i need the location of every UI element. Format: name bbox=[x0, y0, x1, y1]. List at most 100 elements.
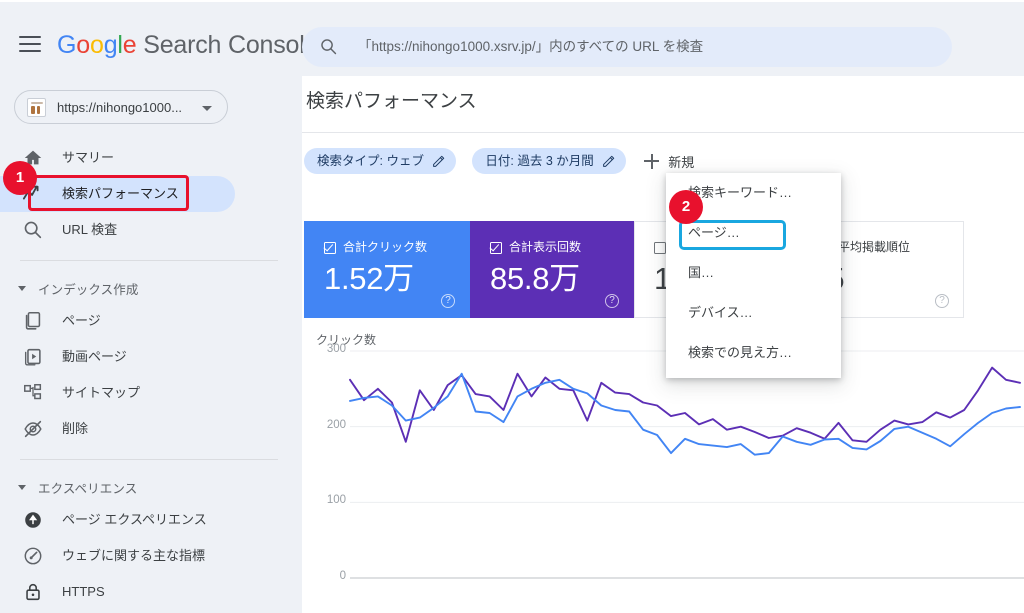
filter-chip-date[interactable]: 日付: 過去 3 か月間 bbox=[472, 148, 626, 174]
sidebar-item-core-web-vitals[interactable]: ウェブに関する主な指標 bbox=[0, 538, 302, 574]
help-icon[interactable]: ? bbox=[935, 294, 949, 308]
sidebar-divider-1 bbox=[20, 260, 278, 261]
home-icon bbox=[24, 150, 42, 165]
sidebar-item-label: ページ エクスペリエンス bbox=[62, 512, 207, 527]
metric-card-checkbox[interactable] bbox=[654, 242, 666, 254]
metric-card-label: 合計クリック数 bbox=[343, 240, 428, 254]
top-hairline bbox=[0, 0, 1024, 2]
metric-card-value: 85.8万 bbox=[490, 261, 580, 296]
brand-title: Google Search Console bbox=[57, 31, 319, 59]
metric-card-total-clicks[interactable]: 合計クリック数 1.52万 ? bbox=[304, 221, 470, 318]
sidebar-section-label: インデックス作成 bbox=[38, 282, 139, 297]
dropdown-item-pages[interactable]: ページ… bbox=[666, 213, 841, 253]
dropdown-item-label: 検索での見え方… bbox=[688, 345, 793, 360]
sidebar-item-pages[interactable]: ページ bbox=[0, 303, 302, 339]
title-divider bbox=[302, 132, 1024, 133]
metric-card-label: 平均掲載順位 bbox=[838, 240, 911, 254]
dropdown-item-search-keyword[interactable]: 検索キーワード… bbox=[666, 173, 841, 213]
dropdown-item-label: 検索キーワード… bbox=[688, 185, 793, 200]
plus-icon bbox=[644, 153, 660, 169]
dropdown-item-search-appearance[interactable]: 検索での見え方… bbox=[666, 333, 841, 373]
chevron-down-icon bbox=[202, 106, 212, 111]
dropdown-item-label: デバイス… bbox=[688, 305, 753, 320]
performance-chart: クリック数 300 200 100 0 bbox=[302, 331, 1024, 613]
chart-y-tick-label: 100 bbox=[326, 494, 346, 507]
sidebar-section-indexing[interactable]: インデックス作成 bbox=[0, 273, 302, 303]
pencil-icon[interactable] bbox=[432, 155, 445, 168]
sidebar: https://nihongo1000... サマリー 検索パフォーマンス UR… bbox=[0, 76, 302, 613]
sidebar-item-label: HTTPS bbox=[62, 584, 105, 599]
lock-icon bbox=[26, 583, 40, 601]
brand-letter-g: G bbox=[57, 31, 77, 59]
dropdown-item-label: 国… bbox=[688, 265, 715, 280]
sidebar-item-label: サマリー bbox=[62, 150, 115, 165]
sidebar-divider-2 bbox=[20, 459, 278, 460]
brand-suffix: Search Console bbox=[136, 31, 319, 59]
dropdown-item-label: ページ… bbox=[688, 225, 740, 240]
sidebar-item-https[interactable]: HTTPS bbox=[0, 574, 302, 610]
site-property-icon bbox=[27, 98, 46, 117]
sidebar-item-page-experience[interactable]: ページ エクスペリエンス bbox=[0, 502, 302, 538]
brand-letter-e: e bbox=[122, 31, 137, 59]
sidebar-item-search-performance[interactable]: 検索パフォーマンス bbox=[0, 176, 302, 212]
sidebar-item-label: ページ bbox=[62, 313, 101, 328]
metric-card-total-impressions[interactable]: 合計表示回数 85.8万 ? bbox=[470, 221, 634, 318]
search-input-placeholder: 「https://nihongo1000.xsrv.jp/」内のすべての URL… bbox=[358, 39, 704, 54]
help-icon[interactable]: ? bbox=[605, 294, 619, 308]
performance-chart-icon bbox=[22, 185, 39, 200]
dropdown-item-country[interactable]: 国… bbox=[666, 253, 841, 293]
property-label: https://nihongo1000... bbox=[57, 100, 183, 115]
video-pages-icon bbox=[24, 348, 41, 366]
top-bar: Google Search Console 「https://nihongo10… bbox=[0, 0, 1024, 76]
search-console-page: Google Search Console 「https://nihongo10… bbox=[0, 0, 1024, 613]
core-web-vitals-icon bbox=[24, 547, 42, 565]
sidebar-item-label: 動画ページ bbox=[62, 349, 127, 364]
chart-y-tick-label: 200 bbox=[326, 418, 346, 431]
sidebar-item-summary[interactable]: サマリー bbox=[0, 140, 302, 176]
sidebar-item-url-inspection[interactable]: URL 検査 bbox=[0, 212, 302, 248]
sidebar-section-experience[interactable]: エクスペリエンス bbox=[0, 472, 302, 502]
sidebar-item-removals[interactable]: 削除 bbox=[0, 411, 302, 447]
add-new-filter-button[interactable]: 新規 bbox=[642, 148, 694, 174]
sidebar-section-label: エクスペリエンス bbox=[38, 481, 138, 496]
new-filter-dropdown-menu[interactable]: 検索キーワード… ページ… 国… デバイス… 検索での見え方… bbox=[666, 173, 841, 378]
chevron-down-icon bbox=[18, 285, 26, 291]
sidebar-item-label: 検索パフォーマンス bbox=[62, 186, 179, 201]
sitemap-icon bbox=[24, 384, 42, 400]
search-icon bbox=[24, 221, 42, 239]
help-icon[interactable]: ? bbox=[441, 294, 455, 308]
chart-y-tick-label: 300 bbox=[326, 343, 346, 355]
main-content: 検索パフォーマンス 検索タイプ: ウェブ 日付: 過去 3 か月間 新規 合計ク… bbox=[302, 76, 1024, 613]
filter-chip-label: 日付: 過去 3 か月間 bbox=[485, 154, 594, 168]
page-title: 検索パフォーマンス bbox=[306, 91, 477, 112]
metric-card-label: 合計表示回数 bbox=[509, 240, 582, 254]
filter-chip-label: 検索タイプ: ウェブ bbox=[317, 154, 424, 168]
metric-card-checkbox[interactable] bbox=[324, 241, 336, 254]
sidebar-item-sitemaps[interactable]: サイトマップ bbox=[0, 375, 302, 411]
metric-card-checkbox[interactable] bbox=[490, 241, 502, 254]
dropdown-item-device[interactable]: デバイス… bbox=[666, 293, 841, 333]
sidebar-item-video-pages[interactable]: 動画ページ bbox=[0, 339, 302, 375]
pages-icon bbox=[25, 311, 41, 330]
property-selector[interactable]: https://nihongo1000... bbox=[14, 90, 228, 124]
sidebar-item-label: 削除 bbox=[62, 421, 89, 436]
brand-letter-g2: g bbox=[103, 31, 118, 59]
chart-canvas[interactable] bbox=[302, 331, 1024, 613]
page-experience-icon bbox=[25, 512, 41, 528]
filter-chip-search-type[interactable]: 検索タイプ: ウェブ bbox=[304, 148, 456, 174]
sidebar-item-label: サイトマップ bbox=[62, 385, 141, 400]
hamburger-icon[interactable] bbox=[19, 36, 43, 54]
eye-off-icon bbox=[24, 420, 42, 438]
brand-letter-o2: o bbox=[89, 31, 104, 59]
sidebar-item-label: URL 検査 bbox=[62, 222, 118, 237]
chart-y-tick-label: 0 bbox=[339, 570, 346, 582]
sidebar-nav: サマリー 検索パフォーマンス URL 検査 インデックス作成 ページ 動画ページ… bbox=[0, 140, 302, 613]
chevron-down-icon bbox=[18, 484, 26, 490]
brand-letter-o1: o bbox=[76, 31, 90, 59]
search-icon bbox=[321, 39, 337, 55]
sidebar-item-label: ウェブに関する主な指標 bbox=[62, 548, 206, 563]
pencil-icon[interactable] bbox=[602, 155, 615, 168]
filter-chip-row: 検索タイプ: ウェブ 日付: 過去 3 か月間 新規 bbox=[304, 148, 694, 176]
metric-card-value: 1.52万 bbox=[324, 261, 414, 296]
url-inspection-search-bar[interactable]: 「https://nihongo1000.xsrv.jp/」内のすべての URL… bbox=[302, 27, 952, 67]
